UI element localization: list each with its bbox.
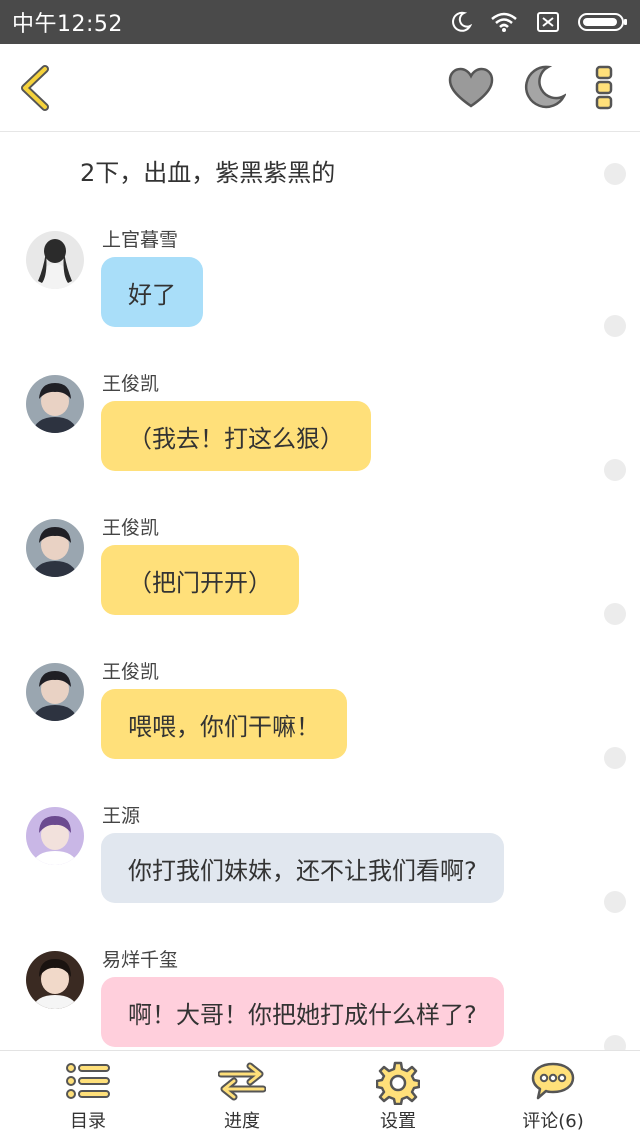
wifi-icon [491, 12, 517, 32]
no-sim-icon [537, 12, 559, 32]
comment-dot[interactable] [604, 603, 626, 625]
comment-dot[interactable] [604, 891, 626, 913]
night-mode-button[interactable] [518, 62, 568, 112]
sender-name: 易烊千玺 [102, 949, 179, 971]
more-vertical-icon [595, 65, 613, 110]
avatar[interactable] [26, 231, 84, 289]
gear-icon [376, 1061, 420, 1105]
tab-settings[interactable]: 设置 [338, 1051, 458, 1139]
comment-bubble-icon [531, 1062, 575, 1100]
list-icon [66, 1063, 110, 1099]
tab-label: 评论(6) [522, 1111, 584, 1132]
avatar[interactable] [26, 663, 84, 721]
sender-name: 王源 [102, 805, 141, 827]
tab-progress[interactable]: 进度 [182, 1051, 302, 1139]
chat-area[interactable]: 2下，出血，紫黑紫黑的 上官暮雪 好了 王俊凯 （我去！打这么狠） 王俊凯 （把… [0, 133, 640, 1050]
narration-text: 2下，出血，紫黑紫黑的 [80, 159, 336, 187]
swap-arrows-icon [218, 1062, 266, 1101]
comment-dot[interactable] [604, 315, 626, 337]
chevron-left-icon [21, 65, 49, 111]
more-button[interactable] [590, 64, 618, 112]
moon-icon [452, 11, 472, 32]
sender-name: 王俊凯 [102, 661, 160, 683]
tab-label: 目录 [70, 1111, 106, 1132]
favorite-button[interactable] [446, 64, 496, 112]
avatar[interactable] [26, 807, 84, 865]
tab-label: 设置 [380, 1111, 416, 1132]
message-bubble[interactable]: 好了 [101, 257, 203, 327]
comment-dot[interactable] [604, 1035, 626, 1050]
message-bubble[interactable]: （我去！打这么狠） [101, 401, 371, 471]
nav-bar [0, 44, 640, 132]
comment-dot[interactable] [604, 747, 626, 769]
message-bubble[interactable]: 啊！大哥！你把她打成什么样了? [101, 977, 504, 1047]
status-icons [450, 11, 628, 33]
sender-name: 王俊凯 [102, 373, 160, 395]
tab-catalog[interactable]: 目录 [28, 1051, 148, 1139]
sender-name: 上官暮雪 [102, 229, 179, 251]
message-bubble[interactable]: 你打我们妹妹，还不让我们看啊? [101, 833, 504, 903]
tab-label: 进度 [224, 1111, 260, 1132]
comment-dot[interactable] [604, 163, 626, 185]
sender-name: 王俊凯 [102, 517, 160, 539]
bottom-toolbar: 目录 进度 设置 评论(6) [0, 1050, 640, 1138]
tab-comments[interactable]: 评论(6) [493, 1051, 613, 1139]
back-button[interactable] [14, 64, 54, 112]
avatar[interactable] [26, 951, 84, 1009]
message-bubble[interactable]: （把门开开） [101, 545, 299, 615]
message-bubble[interactable]: 喂喂，你们干嘛！ [101, 689, 347, 759]
status-bar: 中午12:52 [0, 0, 640, 44]
avatar[interactable] [26, 375, 84, 433]
avatar[interactable] [26, 519, 84, 577]
battery-icon [578, 13, 627, 31]
status-time: 中午12:52 [12, 12, 123, 37]
heart-icon [448, 67, 494, 108]
moon-icon [524, 65, 566, 109]
comment-dot[interactable] [604, 459, 626, 481]
